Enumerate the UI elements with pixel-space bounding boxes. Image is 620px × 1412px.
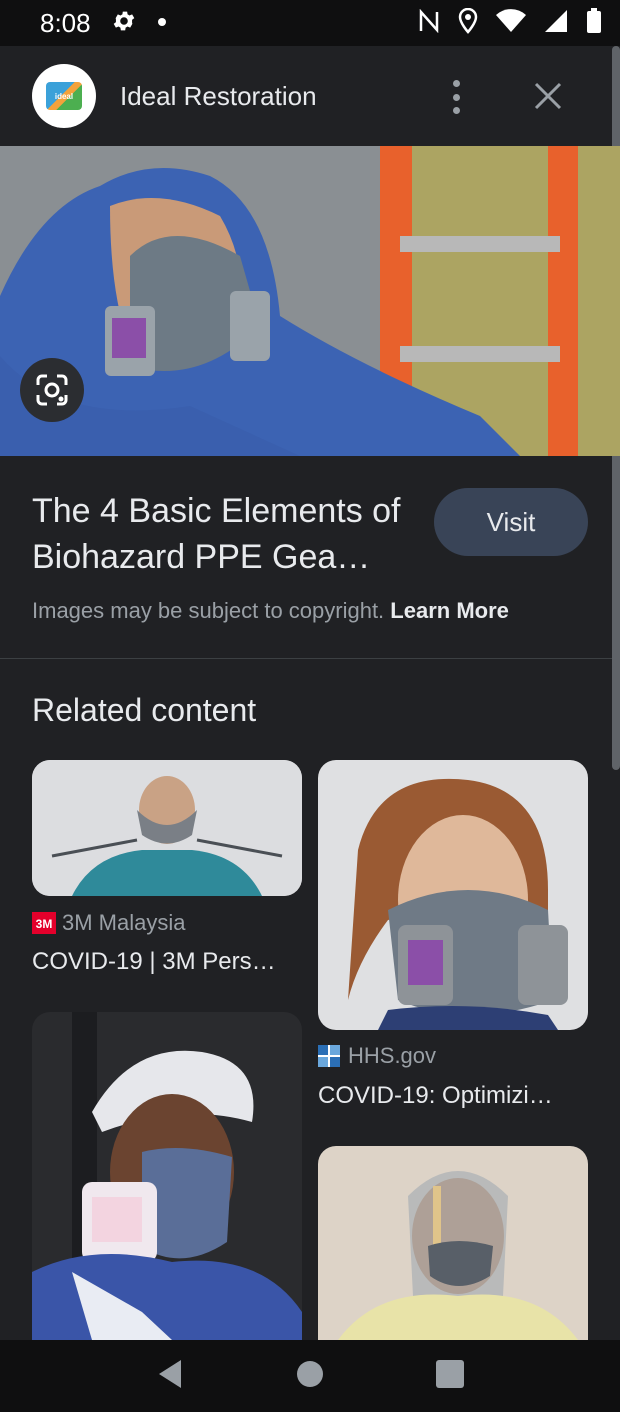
location-icon: [458, 7, 478, 39]
status-bar: 8:08: [0, 0, 620, 46]
related-image-2[interactable]: [318, 760, 588, 1030]
related-image-1[interactable]: [32, 760, 302, 896]
recents-icon[interactable]: [435, 1359, 465, 1394]
dot-icon: [157, 14, 167, 32]
hhs-favicon-icon: [318, 1045, 340, 1067]
site-name[interactable]: Ideal Restoration: [120, 81, 317, 112]
nfc-icon: [418, 8, 440, 38]
preview-image[interactable]: [0, 146, 620, 456]
image-viewer-header: ideal Ideal Restoration: [0, 46, 612, 146]
battery-icon: [586, 7, 602, 39]
home-icon[interactable]: [295, 1359, 325, 1394]
3m-favicon-icon: 3M: [32, 912, 56, 934]
wifi-icon: [496, 8, 526, 38]
learn-more-link[interactable]: Learn More: [390, 598, 509, 623]
visit-button[interactable]: Visit: [434, 488, 588, 556]
lens-search-icon[interactable]: [20, 358, 84, 422]
close-icon[interactable]: [532, 80, 564, 112]
site-logo[interactable]: ideal: [32, 64, 96, 128]
signal-icon: [544, 9, 568, 38]
more-vert-icon[interactable]: [448, 80, 464, 114]
related-source-1[interactable]: 3M 3M Malaysia: [32, 910, 185, 936]
status-time: 8:08: [40, 7, 91, 38]
back-icon[interactable]: [155, 1358, 185, 1395]
divider: [0, 658, 612, 659]
result-title[interactable]: The 4 Basic Elements of Biohazard PPE Ge…: [32, 488, 412, 580]
svg-text:3M: 3M: [36, 917, 53, 931]
related-source-name: HHS.gov: [348, 1043, 437, 1068]
copyright-notice: Images may be subject to copyright. Lear…: [32, 598, 509, 624]
settings-icon: [111, 8, 137, 39]
copyright-text: Images may be subject to copyright.: [32, 598, 385, 623]
related-heading: Related content: [32, 692, 257, 728]
related-source-name: 3M Malaysia: [62, 910, 186, 935]
system-nav-bar: [0, 1340, 620, 1412]
related-image-3[interactable]: [32, 1012, 302, 1340]
related-title-1[interactable]: COVID-19 | 3M Pers…: [32, 948, 276, 976]
related-image-4[interactable]: [318, 1146, 588, 1340]
logo-mark: ideal: [46, 82, 82, 110]
related-title-2[interactable]: COVID-19: Optimizi…: [318, 1082, 553, 1110]
related-source-2[interactable]: HHS.gov: [318, 1043, 436, 1069]
